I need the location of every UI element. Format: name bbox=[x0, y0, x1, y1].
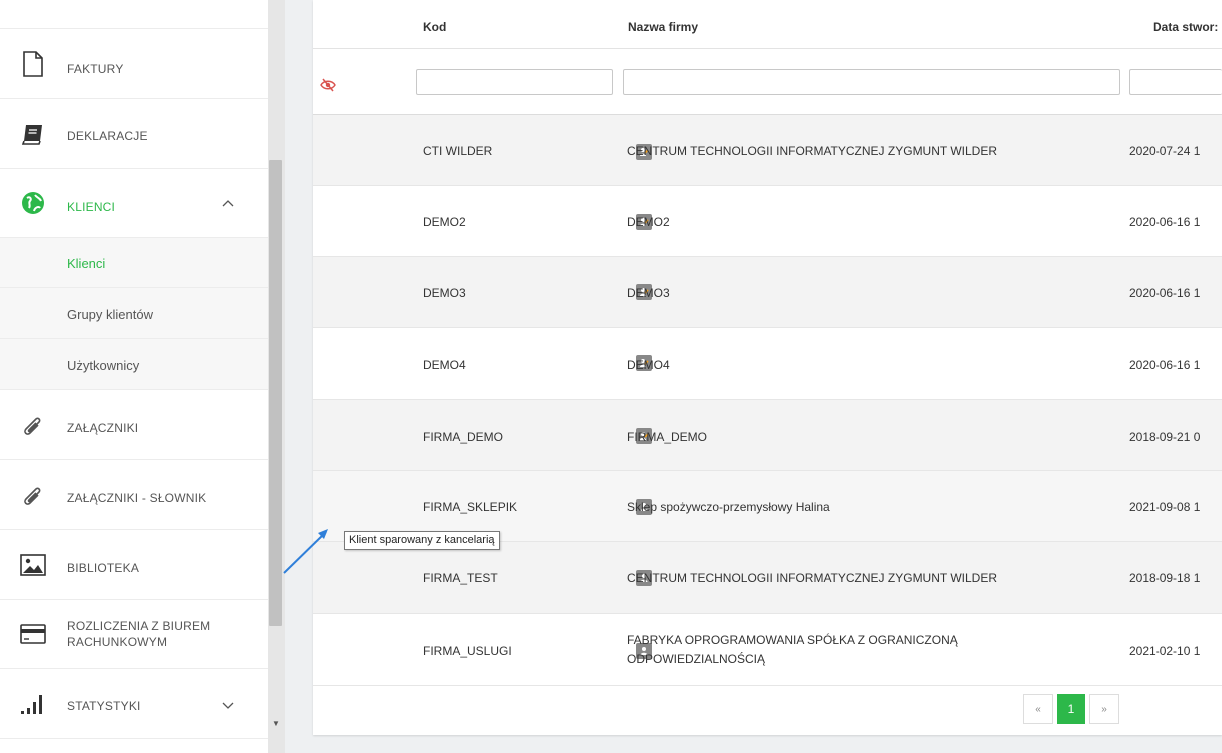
cell-code: FIRMA_USLUGI bbox=[423, 644, 512, 658]
cell-date: 2018-09-21 0 bbox=[1129, 430, 1201, 444]
cell-date: 2021-09-08 1 bbox=[1129, 500, 1201, 514]
sidebar-subitem-uzytkownicy[interactable]: Użytkownicy bbox=[0, 339, 268, 390]
column-header-code[interactable]: Kod bbox=[423, 20, 446, 34]
paperclip-icon bbox=[20, 412, 46, 438]
table-row[interactable]: FIRMA_DEMO FIRMA_DEMO 2018-09-21 0 bbox=[313, 400, 1222, 471]
annotation-arrow-icon bbox=[283, 529, 328, 574]
scroll-down-arrow-icon[interactable]: ▼ bbox=[272, 719, 280, 728]
cell-code: DEMO3 bbox=[423, 286, 466, 300]
cell-name: FIRMA_DEMO bbox=[627, 430, 708, 444]
cell-date: 2018-09-18 1 bbox=[1129, 571, 1201, 585]
cell-name: DEMO2 bbox=[627, 215, 670, 229]
sidebar-subitem-klienci[interactable]: Klienci bbox=[0, 238, 268, 288]
cell-name-line2: ODPOWIEDZIALNOŚCIĄ bbox=[627, 652, 766, 666]
column-header-name[interactable]: Nazwa firmy bbox=[628, 20, 698, 34]
table-row[interactable]: DEMO2 DEMO2 2020-06-16 1 bbox=[313, 186, 1222, 257]
sidebar-item-label: ROZLICZENIA Z BIUREM RACHUNKOWYM bbox=[67, 619, 211, 649]
sidebar-subitem-grupy-klientow[interactable]: Grupy klientów bbox=[0, 288, 268, 339]
sidebar-item-label: STATYSTYKI bbox=[67, 699, 141, 713]
cell-name: DEMO4 bbox=[627, 358, 670, 372]
cell-date: 2020-06-16 1 bbox=[1129, 286, 1201, 300]
cell-name: DEMO3 bbox=[627, 286, 670, 300]
sidebar-item-klienci[interactable]: KLIENCI bbox=[0, 169, 268, 238]
sidebar-item-zalaczniki-slownik[interactable]: ZAŁĄCZNIKI - SŁOWNIK bbox=[0, 460, 268, 530]
cell-date: 2020-06-16 1 bbox=[1129, 215, 1201, 229]
sidebar-subitem-label: Klienci bbox=[67, 256, 106, 271]
scrollbar-thumb[interactable] bbox=[269, 160, 282, 626]
divider bbox=[313, 48, 1222, 49]
table-row[interactable]: DEMO4 DEMO4 2020-06-16 1 bbox=[313, 328, 1222, 400]
table-row[interactable]: FIRMA_TEST CENTRUM TECHNOLOGII INFORMATY… bbox=[313, 542, 1222, 614]
table-row[interactable]: DEMO3 DEMO3 2020-06-16 1 bbox=[313, 257, 1222, 328]
pagination-next[interactable]: » bbox=[1089, 694, 1119, 724]
pagination-page-1[interactable]: 1 bbox=[1057, 694, 1085, 724]
tooltip: Klient sparowany z kancelarią bbox=[344, 531, 500, 550]
cell-date: 2021-02-10 1 bbox=[1129, 644, 1201, 658]
sidebar-item-label: KLIENCI bbox=[67, 200, 116, 214]
cell-name: Sklep spożywczo-przemysłowy Halina bbox=[627, 500, 830, 514]
pagination-prev[interactable]: « bbox=[1023, 694, 1053, 724]
cell-name: CENTRUM TECHNOLOGII INFORMATYCZNEJ ZYGMU… bbox=[627, 571, 998, 585]
document-icon bbox=[20, 50, 46, 77]
book-icon bbox=[20, 121, 46, 147]
cell-name-line1: FABRYKA OPROGRAMOWANIA SPÓŁKA Z OGRANICZ… bbox=[627, 633, 958, 647]
sidebar-item-label: ZAŁĄCZNIKI - SŁOWNIK bbox=[67, 491, 207, 505]
sidebar-item-label: BIBLIOTEKA bbox=[67, 561, 140, 575]
table-row[interactable]: CTI WILDER CENTRUM TECHNOLOGII INFORMATY… bbox=[313, 115, 1222, 186]
cell-code: DEMO4 bbox=[423, 358, 466, 372]
cell-code: FIRMA_DEMO bbox=[423, 430, 504, 444]
sidebar-item-rozliczenia[interactable]: ROZLICZENIA Z BIUREM RACHUNKOWYM bbox=[0, 600, 268, 669]
cell-code: CTI WILDER bbox=[423, 144, 493, 158]
chevron-up-icon bbox=[222, 196, 234, 210]
sidebar-item-faktury[interactable]: FAKTURY bbox=[0, 29, 268, 99]
filter-code-input[interactable] bbox=[416, 69, 613, 95]
paperclip-icon bbox=[20, 482, 46, 508]
sidebar-item-statystyki[interactable]: STATYSTYKI bbox=[0, 669, 268, 739]
cell-name: CENTRUM TECHNOLOGII INFORMATYCZNEJ ZYGMU… bbox=[627, 144, 998, 158]
sidebar-item-deklaracje[interactable]: DEKLARACJE bbox=[0, 99, 268, 169]
sidebar-item-label: FAKTURY bbox=[67, 62, 124, 76]
sidebar-item-biblioteka[interactable]: BIBLIOTEKA bbox=[0, 530, 268, 600]
cell-code: FIRMA_TEST bbox=[423, 571, 498, 585]
card-icon bbox=[20, 621, 46, 647]
column-header-date[interactable]: Data stwor: bbox=[1153, 20, 1218, 34]
sidebar-subitem-label: Grupy klientów bbox=[67, 307, 153, 322]
eye-slash-icon[interactable] bbox=[320, 78, 336, 97]
cell-date: 2020-07-24 1 bbox=[1129, 144, 1201, 158]
signal-bars-icon bbox=[20, 691, 46, 717]
sidebar-item-label: DEKLARACJE bbox=[67, 129, 148, 143]
filter-date-input[interactable] bbox=[1129, 69, 1222, 95]
image-icon bbox=[20, 552, 46, 578]
cell-code: DEMO2 bbox=[423, 215, 466, 229]
table-row[interactable]: FIRMA_USLUGI FABRYKA OPROGRAMOWANIA SPÓŁ… bbox=[313, 614, 1222, 686]
cell-code: FIRMA_SKLEPIK bbox=[423, 500, 518, 514]
sidebar: FAKTURY DEKLARACJE KLIENCI Klienci Grupy… bbox=[0, 0, 268, 753]
cell-date: 2020-06-16 1 bbox=[1129, 358, 1201, 372]
sidebar-subitem-label: Użytkownicy bbox=[67, 358, 140, 373]
chevron-down-icon bbox=[222, 699, 234, 713]
filter-name-input[interactable] bbox=[623, 69, 1120, 95]
sidebar-item-zalaczniki[interactable]: ZAŁĄCZNIKI bbox=[0, 390, 268, 460]
sidebar-item-label: ZAŁĄCZNIKI bbox=[67, 421, 139, 435]
globe-icon bbox=[20, 190, 46, 216]
